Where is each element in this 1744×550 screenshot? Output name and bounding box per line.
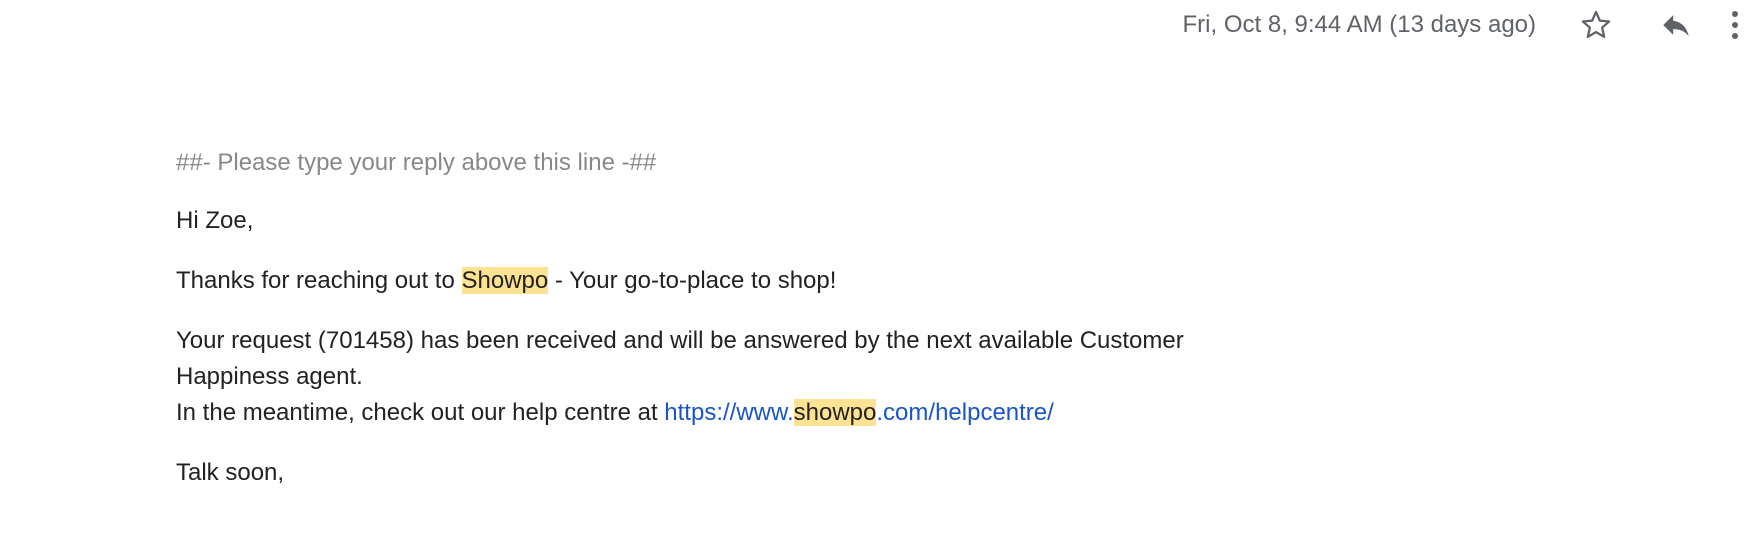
more-vert-icon (1732, 11, 1738, 39)
link-part-2: .com/helpcentre/ (876, 399, 1054, 426)
reply-marker-line: ##- Please type your reply above this li… (176, 149, 657, 176)
thanks-suffix: - Your go-to-place to shop! (548, 267, 837, 294)
reply-button[interactable] (1656, 5, 1696, 45)
thanks-prefix: Thanks for reaching out to (176, 267, 462, 294)
help-centre-link[interactable]: https://www.showpo.com/helpcentre/ (664, 399, 1054, 426)
message-timestamp: Fri, Oct 8, 9:44 AM (13 days ago) (1182, 11, 1536, 38)
email-view: Fri, Oct 8, 9:44 AM (13 days ago) ##- Pl… (0, 0, 1744, 550)
message-header-actions: Fri, Oct 8, 9:44 AM (13 days ago) (1183, 0, 1744, 50)
link-search-highlight: showpo (793, 399, 877, 426)
star-button[interactable] (1576, 5, 1616, 45)
star-icon (1581, 10, 1611, 39)
more-options-button[interactable] (1730, 5, 1744, 45)
help-prefix: In the meantime, check out our help cent… (176, 399, 665, 426)
signoff-line: Talk soon, (176, 459, 285, 486)
message-body: ##- Please type your reply above this li… (176, 145, 1276, 515)
thanks-line: Thanks for reaching out to Showpo - Your… (176, 263, 1276, 299)
search-highlight: Showpo (461, 267, 549, 294)
greeting-line: Hi Zoe, (176, 207, 254, 234)
reply-icon (1663, 15, 1689, 37)
help-line: In the meantime, check out our help cent… (176, 395, 1276, 431)
request-line: Your request (701458) has been received … (176, 327, 1184, 390)
link-part-1: https://www. (664, 399, 794, 426)
